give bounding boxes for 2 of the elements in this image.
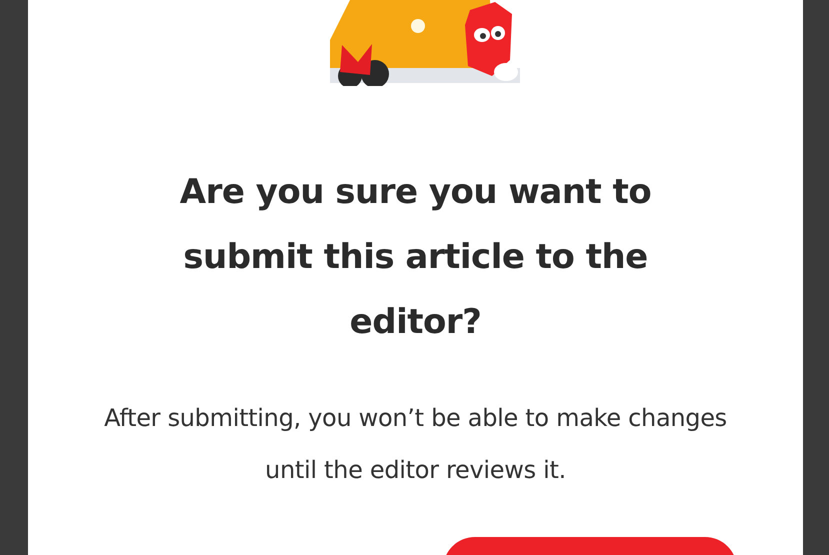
dialog-message: After submitting, you won’t be able to make changes until the editor reviews it.	[103, 403, 728, 486]
dialog-title: Are you sure you want to submit this article to the editor?	[178, 171, 652, 344]
